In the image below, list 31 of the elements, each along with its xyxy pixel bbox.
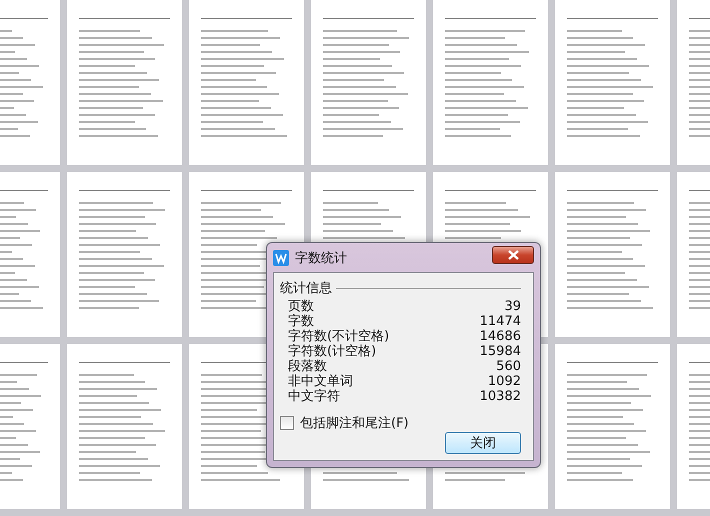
stat-value: 1092: [488, 374, 521, 389]
page-thumbnail[interactable]: [555, 172, 670, 337]
stat-label: 字符数(不计空格): [288, 329, 390, 344]
page-thumbnail[interactable]: [67, 344, 182, 509]
stat-value: 560: [496, 359, 521, 374]
close-icon: [508, 250, 518, 260]
dialog-title: 字数统计: [295, 250, 347, 266]
stat-label: 字数: [288, 314, 314, 329]
stat-label: 中文字符: [288, 389, 340, 404]
stat-label: 页数: [288, 299, 314, 314]
app-logo-icon: [273, 250, 289, 266]
stat-label: 段落数: [288, 359, 327, 374]
page-thumbnail[interactable]: [311, 0, 426, 165]
page-thumbnail[interactable]: [555, 0, 670, 165]
stat-value: 14686: [480, 329, 521, 344]
page-thumbnail[interactable]: [67, 0, 182, 165]
checkbox-label: 包括脚注和尾注(F): [300, 415, 409, 432]
page-thumbnail[interactable]: [555, 344, 670, 509]
page-thumbnail[interactable]: [189, 0, 304, 165]
stat-label: 非中文单词: [288, 374, 353, 389]
group-label: 统计信息: [280, 280, 332, 297]
stat-value: 10382: [480, 389, 521, 404]
close-dialog-button[interactable]: 关闭: [445, 432, 521, 454]
close-button[interactable]: [492, 246, 534, 264]
stat-label: 字符数(计空格): [288, 344, 376, 359]
stat-value: 11474: [480, 314, 521, 329]
page-thumbnail[interactable]: [433, 0, 548, 165]
page-thumbnail[interactable]: [67, 172, 182, 337]
stat-value: 15984: [480, 344, 521, 359]
checkbox[interactable]: [280, 416, 294, 430]
stat-value: 39: [504, 299, 521, 314]
